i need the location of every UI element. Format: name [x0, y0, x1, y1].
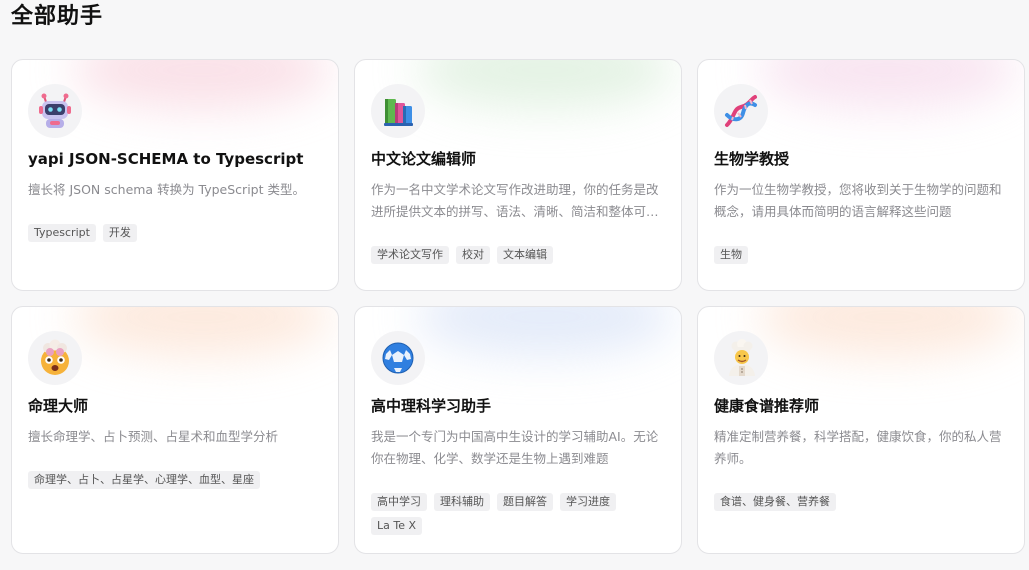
assistant-card-chinese-paper-editor[interactable]: 中文论文编辑师 作为一名中文学术论文写作改进助理，你的任务是改进所提供文本的拼写…	[354, 59, 682, 291]
books-icon	[371, 84, 425, 138]
tag[interactable]: La Te X	[371, 517, 423, 535]
tag[interactable]: 高中学习	[371, 493, 427, 511]
card-description: 擅长命理学、占卜预测、占星术和血型学分析	[28, 429, 279, 444]
assistant-card-science-study-helper[interactable]: 高中理科学习助手 我是一个专门为中国高中生设计的学习辅助AI。无论你在物理、化学…	[354, 306, 682, 554]
soccer-ball-icon	[371, 331, 425, 385]
tag-list: 高中学习 理科辅助 题目解答 学习进度 La Te X	[371, 493, 669, 535]
mind-blown-icon	[28, 331, 82, 385]
card-glow	[415, 60, 675, 110]
robot-icon	[28, 84, 82, 138]
card-title: 生物学教授	[714, 150, 790, 168]
card-description: 作为一位生物学教授，您将收到关于生物学的问题和概念，请用具体而简明的语言解释这些…	[714, 182, 1002, 219]
tag[interactable]: 学习进度	[560, 493, 616, 511]
tag-list: 食谱、健身餐、营养餐	[714, 493, 1012, 511]
tag[interactable]: 命理学、占卜、占星学、心理学、血型、星座	[28, 471, 260, 489]
card-title: 高中理科学习助手	[371, 397, 492, 415]
assistant-card-yapi[interactable]: yapi JSON-SCHEMA to Typescript 擅长将 JSON …	[11, 59, 339, 291]
chef-icon	[714, 331, 768, 385]
page-title: 全部助手	[11, 4, 104, 29]
assistant-list-page: 全部助手 yapi JSON-SCHEMA to Typescript 擅长将 …	[0, 0, 1029, 570]
card-title: 健康食谱推荐师	[714, 397, 820, 415]
tag[interactable]: 理科辅助	[434, 493, 490, 511]
card-glow	[758, 60, 1018, 110]
tag-list: 命理学、占卜、占星学、心理学、血型、星座	[28, 471, 326, 489]
assistant-card-healthy-recipe[interactable]: 健康食谱推荐师 精准定制营养餐，科学搭配，健康饮食，你的私人营养师。 食谱、健身…	[697, 306, 1025, 554]
card-glow	[415, 307, 675, 357]
assistant-grid: yapi JSON-SCHEMA to Typescript 擅长将 JSON …	[11, 59, 1025, 554]
card-glow	[758, 307, 1018, 357]
tag-list: 生物	[714, 246, 1012, 264]
assistant-card-fortune-master[interactable]: 命理大师 擅长命理学、占卜预测、占星术和血型学分析 命理学、占卜、占星学、心理学…	[11, 306, 339, 554]
tag-list: 学术论文写作 校对 文本编辑	[371, 246, 669, 264]
card-description: 我是一个专门为中国高中生设计的学习辅助AI。无论你在物理、化学、数学还是生物上遇…	[371, 429, 659, 466]
tag[interactable]: Typescript	[28, 224, 96, 242]
card-description: 作为一名中文学术论文写作改进助理，你的任务是改进所提供文本的拼写、语法、清晰、简…	[371, 182, 659, 219]
tag[interactable]: 开发	[102, 224, 137, 242]
tag[interactable]: 题目解答	[497, 493, 553, 511]
tag[interactable]: 文本编辑	[497, 246, 553, 264]
tag-list: Typescript 开发	[28, 224, 326, 242]
card-title: 中文论文编辑师	[371, 150, 477, 168]
tag[interactable]: 校对	[456, 246, 490, 264]
card-description: 擅长将 JSON schema 转换为 TypeScript 类型。	[28, 182, 305, 197]
card-glow	[72, 60, 332, 110]
card-title: yapi JSON-SCHEMA to Typescript	[28, 150, 304, 168]
tag[interactable]: 学术论文写作	[371, 246, 449, 264]
card-description: 精准定制营养餐，科学搭配，健康饮食，你的私人营养师。	[714, 429, 1002, 466]
assistant-card-biology-professor[interactable]: 生物学教授 作为一位生物学教授，您将收到关于生物学的问题和概念，请用具体而简明的…	[697, 59, 1025, 291]
card-glow	[72, 307, 332, 357]
tag[interactable]: 生物	[714, 246, 748, 264]
dna-icon	[714, 84, 768, 138]
tag[interactable]: 食谱、健身餐、营养餐	[714, 493, 836, 511]
card-title: 命理大师	[28, 397, 89, 415]
